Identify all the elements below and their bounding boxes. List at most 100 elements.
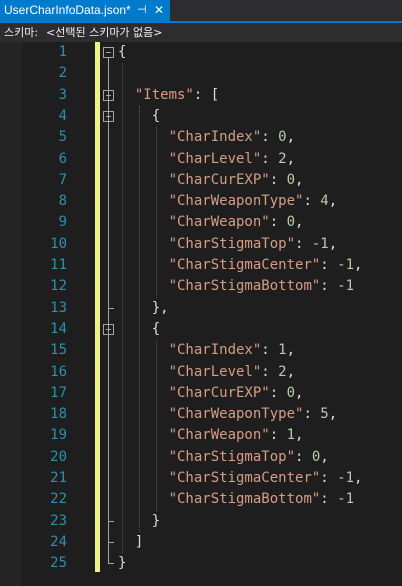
json-value: 4 [320, 193, 329, 210]
code-line[interactable]: "CharLevel": 2, [118, 149, 295, 170]
code-line[interactable]: "Items": [ [118, 85, 219, 106]
json-punctuation: { [151, 320, 161, 337]
code-line[interactable]: { [118, 42, 126, 63]
code-line[interactable]: "CharWeapon": 0, [118, 212, 304, 233]
json-key: "CharLevel" [168, 363, 262, 380]
code-line[interactable]: "CharWeaponType": 4, [118, 191, 338, 212]
line-number: 21 [50, 470, 67, 486]
json-punctuation: : [269, 214, 287, 231]
json-punctuation: : [ [193, 86, 220, 103]
json-punctuation: } [118, 555, 127, 572]
schema-label: 스키마: [4, 26, 39, 39]
line-number: 17 [50, 384, 67, 401]
code-line[interactable]: { [118, 319, 160, 340]
line-number: 16 [50, 363, 67, 380]
line-number: 13 [50, 299, 67, 316]
json-punctuation: , [295, 214, 304, 231]
json-key: "CharStigmaBottom" [168, 491, 321, 508]
code-line[interactable]: "CharStigmaCenter": -1, [118, 255, 363, 276]
outline-end-marker [108, 307, 114, 309]
json-punctuation: : [269, 427, 287, 444]
json-punctuation: , [295, 171, 304, 188]
json-punctuation: : [295, 448, 312, 465]
code-line[interactable]: "CharWeaponType": 5, [118, 404, 338, 425]
json-value: 0 [286, 171, 296, 188]
json-value: 2 [278, 150, 287, 167]
json-key: "CharWeapon" [168, 427, 270, 444]
json-punctuation: : [320, 491, 338, 508]
line-number: 18 [50, 406, 67, 423]
line-number: 4 [58, 107, 67, 124]
line-number: 15 [50, 342, 67, 359]
code-line[interactable]: "CharIndex": 1, [118, 340, 295, 361]
json-value: -1 [311, 235, 329, 252]
code-editor[interactable]: 1 2 3 4 5 6 7 8 9 10 11 12 13 14 15 16 17 18 19 20 21 22 23 24 2… [0, 42, 402, 586]
line-number: 23 [50, 512, 67, 529]
json-key: "CharStigmaCenter" [168, 470, 321, 486]
code-line[interactable]: ] [118, 532, 143, 553]
schema-bar: 스키마: <선택된 스키마가 없음> [0, 23, 402, 42]
document-tab[interactable]: UserCharInfoData.json* ⊣ ✕ [0, 0, 170, 21]
line-number: 25 [50, 555, 67, 572]
line-number: 20 [50, 448, 67, 465]
change-tracking-bar [95, 42, 100, 572]
code-line[interactable]: }, [118, 298, 169, 319]
tab-title[interactable]: UserCharInfoData.json* [4, 0, 131, 21]
line-number: 2 [58, 65, 67, 82]
line-number: 19 [50, 427, 67, 444]
line-number: 9 [58, 214, 67, 231]
schema-selector[interactable]: <선택된 스키마가 없음> [46, 23, 163, 42]
code-line[interactable]: "CharWeapon": 1, [118, 425, 304, 446]
json-punctuation: , [328, 406, 338, 423]
line-number: 3 [58, 86, 67, 103]
code-line[interactable]: "CharCurEXP": 0, [118, 170, 304, 191]
code-line[interactable]: "CharStigmaCenter": -1, [118, 468, 363, 489]
json-punctuation: : [269, 384, 287, 401]
json-punctuation: ] [134, 533, 144, 550]
json-punctuation: { [118, 44, 127, 60]
indicator-margin [0, 42, 22, 586]
json-punctuation: , [295, 384, 304, 401]
line-number: 5 [58, 129, 67, 146]
json-value: 0 [278, 129, 287, 146]
code-line[interactable]: "CharStigmaTop": 0, [118, 447, 329, 468]
collapse-toggle-icon[interactable] [103, 47, 114, 58]
code-line[interactable]: "CharCurEXP": 0, [118, 383, 304, 404]
outline-end-marker [108, 563, 114, 565]
json-punctuation: : [261, 129, 279, 146]
line-number: 11 [50, 257, 67, 273]
outline-line [108, 58, 109, 564]
code-line[interactable]: } [118, 511, 160, 532]
json-key: "CharIndex" [168, 129, 262, 146]
json-punctuation: , [328, 235, 338, 252]
json-punctuation: : [269, 171, 287, 188]
line-number: 8 [58, 193, 67, 210]
line-number: 6 [58, 150, 67, 167]
pin-icon[interactable]: ⊣ [137, 0, 147, 21]
json-punctuation: : [261, 342, 279, 359]
json-value: 0 [286, 214, 296, 231]
line-number: 24 [50, 533, 67, 550]
json-punctuation: , [286, 129, 296, 146]
json-key: "CharCurEXP" [168, 384, 270, 401]
json-punctuation: : [295, 235, 312, 252]
json-value: 1 [278, 342, 287, 359]
code-line[interactable]: "CharLevel": 2, [118, 362, 295, 383]
json-value: 1 [286, 427, 296, 444]
code-line[interactable]: "CharIndex": 0, [118, 127, 295, 148]
code-line[interactable]: "CharStigmaBottom": -1 [118, 276, 354, 297]
code-line[interactable]: "CharStigmaTop": -1, [118, 234, 338, 255]
json-key: "CharWeapon" [168, 214, 270, 231]
json-punctuation: : [320, 470, 338, 486]
json-key: "CharWeaponType" [168, 406, 304, 423]
close-icon[interactable]: ✕ [154, 0, 164, 21]
code-line[interactable]: } [118, 553, 126, 574]
json-punctuation: } [151, 512, 161, 529]
json-key: "Items" [134, 86, 194, 103]
json-key: "CharStigmaTop" [168, 448, 296, 465]
json-punctuation: , [286, 363, 296, 380]
json-punctuation: , [286, 342, 296, 359]
code-line[interactable]: "CharStigmaBottom": -1 [118, 489, 354, 510]
code-line[interactable]: { [118, 106, 160, 127]
line-number: 10 [50, 235, 67, 252]
